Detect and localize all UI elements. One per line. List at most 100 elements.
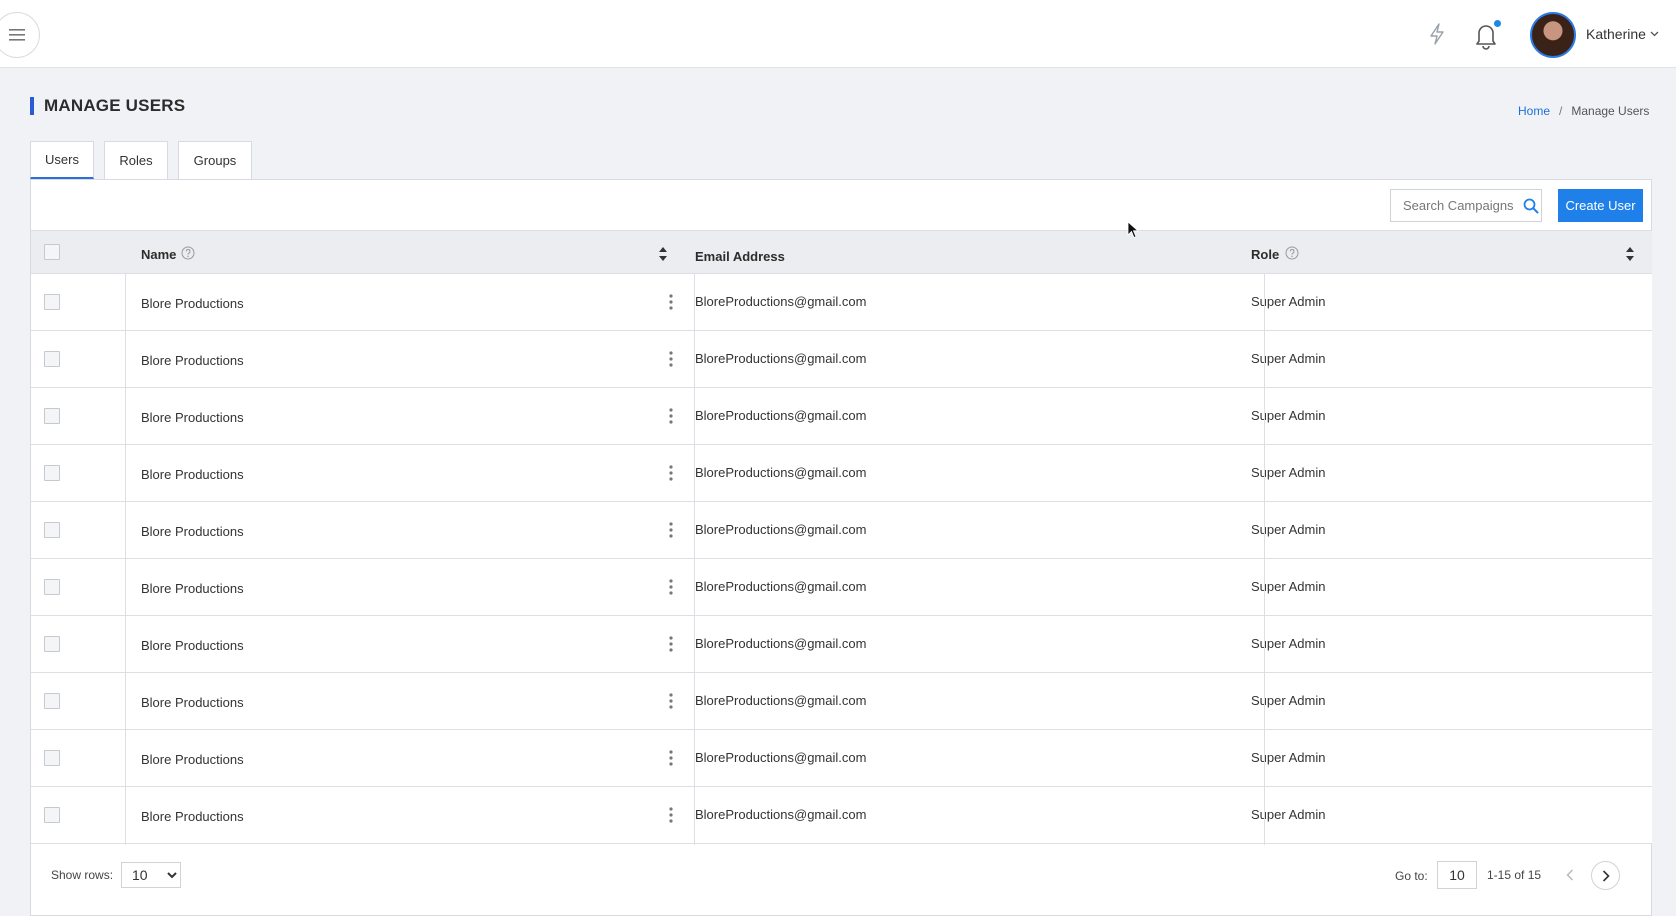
kebab-menu-icon[interactable] [667, 692, 675, 710]
column-header-name: Name [141, 247, 177, 262]
row-email: BloreProductions@gmail.com [695, 750, 867, 765]
sort-name-icon[interactable] [658, 246, 668, 262]
create-user-button[interactable]: Create User [1558, 189, 1643, 222]
tab-users[interactable]: Users [30, 141, 94, 179]
row-name: Blore Productions [141, 581, 244, 596]
pagination-range: 1-15 of 15 [1487, 868, 1542, 882]
kebab-menu-icon[interactable] [667, 350, 675, 368]
row-role: Super Admin [1251, 465, 1326, 480]
row-name: Blore Productions [141, 353, 244, 368]
search-input[interactable] [1403, 198, 1521, 213]
row-checkbox[interactable] [44, 807, 60, 823]
row-role: Super Admin [1251, 294, 1326, 309]
row-role: Super Admin [1251, 750, 1326, 765]
kebab-menu-icon[interactable] [667, 521, 675, 539]
table-header: Name Email Address Role [31, 230, 1652, 274]
hamburger-menu-button[interactable] [0, 12, 40, 58]
row-email: BloreProductions@gmail.com [695, 408, 867, 423]
row-role: Super Admin [1251, 693, 1326, 708]
row-role: Super Admin [1251, 636, 1326, 651]
row-checkbox[interactable] [44, 351, 60, 367]
row-name: Blore Productions [141, 467, 244, 482]
row-name: Blore Productions [141, 809, 244, 824]
help-circle-icon[interactable] [181, 246, 195, 260]
row-role: Super Admin [1251, 807, 1326, 822]
row-email: BloreProductions@gmail.com [695, 465, 867, 480]
notification-dot [1494, 20, 1501, 27]
table-row: Blore Productions BloreProductions@gmail… [31, 730, 1652, 787]
row-role: Super Admin [1251, 579, 1326, 594]
table-row: Blore Productions BloreProductions@gmail… [31, 331, 1652, 388]
row-name: Blore Productions [141, 695, 244, 710]
row-role: Super Admin [1251, 408, 1326, 423]
tab-users-label: Users [45, 152, 79, 167]
avatar[interactable] [1530, 12, 1576, 58]
next-page-button[interactable] [1591, 861, 1620, 890]
row-name: Blore Productions [141, 752, 244, 767]
table-row: Blore Productions BloreProductions@gmail… [31, 787, 1652, 844]
tab-groups-label: Groups [193, 153, 237, 168]
table-row: Blore Productions BloreProductions@gmail… [31, 445, 1652, 502]
row-email: BloreProductions@gmail.com [695, 579, 867, 594]
row-name: Blore Productions [141, 638, 244, 653]
breadcrumb-home-link[interactable]: Home [1518, 104, 1550, 118]
row-role: Super Admin [1251, 351, 1326, 366]
row-checkbox[interactable] [44, 693, 60, 709]
column-header-email: Email Address [695, 249, 785, 264]
table-row: Blore Productions BloreProductions@gmail… [31, 673, 1652, 730]
row-name: Blore Productions [141, 524, 244, 539]
row-email: BloreProductions@gmail.com [695, 693, 867, 708]
row-checkbox[interactable] [44, 465, 60, 481]
kebab-menu-icon[interactable] [667, 749, 675, 767]
tab-roles-label: Roles [119, 153, 153, 168]
search-box [1390, 189, 1542, 222]
help-circle-icon[interactable] [1285, 246, 1299, 260]
kebab-menu-icon[interactable] [667, 806, 675, 824]
table-row: Blore Productions BloreProductions@gmail… [31, 388, 1652, 445]
table-row: Blore Productions BloreProductions@gmail… [31, 616, 1652, 673]
row-checkbox[interactable] [44, 408, 60, 424]
kebab-menu-icon[interactable] [667, 635, 675, 653]
breadcrumb-current: Manage Users [1571, 104, 1650, 118]
row-email: BloreProductions@gmail.com [695, 294, 867, 309]
chevron-left-icon [1566, 869, 1574, 881]
tab-roles[interactable]: Roles [104, 141, 168, 179]
select-all-checkbox[interactable] [44, 244, 60, 260]
row-checkbox[interactable] [44, 750, 60, 766]
mouse-cursor-icon [1127, 221, 1139, 239]
kebab-menu-icon[interactable] [667, 293, 675, 311]
hamburger-menu-icon [9, 29, 25, 41]
row-checkbox[interactable] [44, 579, 60, 595]
search-icon[interactable] [1523, 198, 1539, 214]
tab-groups[interactable]: Groups [178, 141, 252, 179]
table-row: Blore Productions BloreProductions@gmail… [31, 502, 1652, 559]
row-email: BloreProductions@gmail.com [695, 351, 867, 366]
kebab-menu-icon[interactable] [667, 407, 675, 425]
prev-page-button[interactable] [1558, 863, 1582, 887]
user-name[interactable]: Katherine [1586, 26, 1646, 42]
page-title-accent [30, 97, 34, 115]
row-checkbox[interactable] [44, 522, 60, 538]
row-name: Blore Productions [141, 410, 244, 425]
page-title: MANAGE USERS [44, 96, 186, 115]
breadcrumb: Home / Manage Users [1518, 104, 1649, 118]
goto-page-input[interactable] [1437, 861, 1477, 889]
show-rows-label: Show rows: [51, 868, 114, 882]
sort-role-icon[interactable] [1625, 246, 1635, 262]
top-bar: Katherine [0, 0, 1676, 68]
column-divider [1264, 274, 1265, 845]
row-role: Super Admin [1251, 522, 1326, 537]
rows-per-page-select[interactable]: 10 [121, 862, 181, 888]
row-email: BloreProductions@gmail.com [695, 807, 867, 822]
chevron-down-icon[interactable] [1650, 31, 1659, 37]
column-divider [694, 274, 695, 845]
chevron-right-icon [1602, 869, 1610, 882]
row-email: BloreProductions@gmail.com [695, 636, 867, 651]
row-name: Blore Productions [141, 296, 244, 311]
kebab-menu-icon[interactable] [667, 578, 675, 596]
row-checkbox[interactable] [44, 636, 60, 652]
kebab-menu-icon[interactable] [667, 464, 675, 482]
row-email: BloreProductions@gmail.com [695, 522, 867, 537]
bolt-icon[interactable] [1426, 22, 1448, 46]
row-checkbox[interactable] [44, 294, 60, 310]
